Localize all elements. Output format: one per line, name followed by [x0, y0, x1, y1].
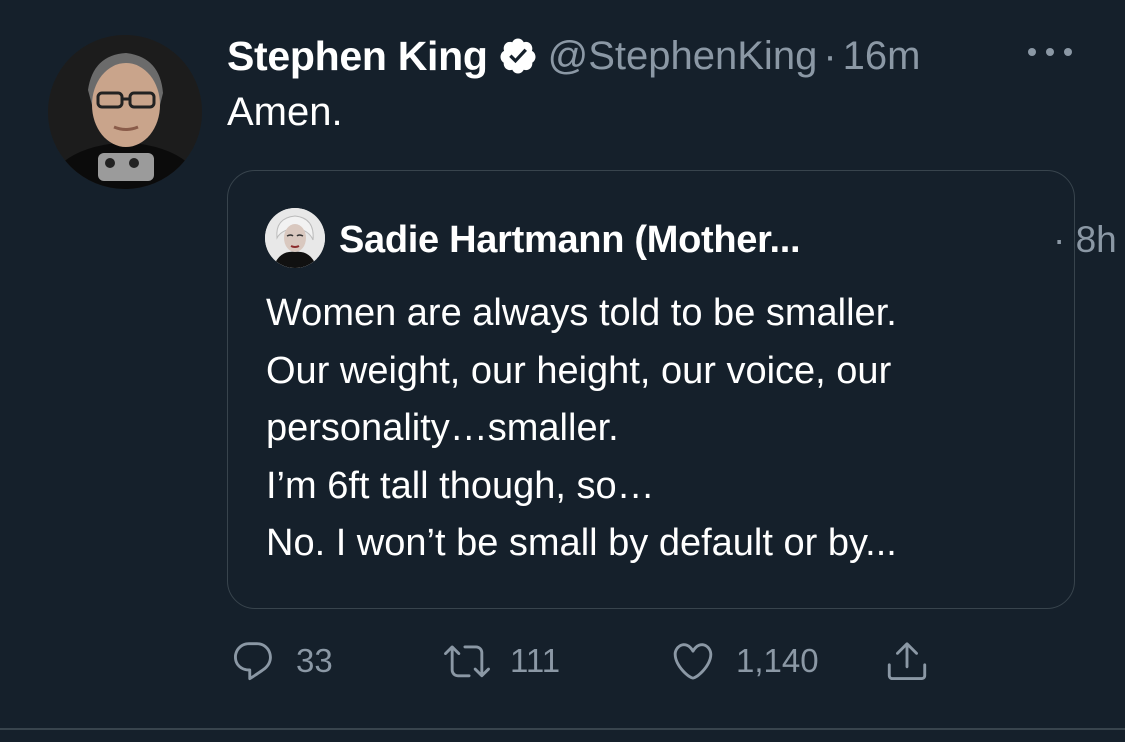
author-name[interactable]: Stephen King: [227, 33, 488, 80]
share-button[interactable]: [884, 636, 930, 686]
quoted-header: Sadie Hartmann (Mother... · 8h: [339, 215, 1117, 265]
retweet-icon: [444, 645, 490, 678]
author-avatar[interactable]: [48, 35, 202, 189]
quoted-text-line: Women are always told to be smaller.: [266, 292, 897, 334]
quoted-author-avatar: [265, 208, 325, 268]
author-handle[interactable]: @StephenKing: [548, 34, 818, 79]
verified-badge-icon: [498, 36, 538, 76]
like-count: 1,140: [736, 642, 819, 679]
quoted-tweet[interactable]: Sadie Hartmann (Mother... · 8h Women are…: [227, 170, 1117, 609]
quoted-text-line: personality…smaller.: [266, 407, 619, 449]
tweet-divider: [0, 728, 1125, 730]
tweet[interactable]: Stephen King @StephenKing · 16m Amen. Sa…: [0, 0, 1125, 728]
action-bar: 33 111 1,140: [230, 636, 950, 686]
tweet-text: Amen.: [227, 90, 343, 134]
reply-count: 33: [296, 642, 333, 679]
quoted-timestamp[interactable]: · 8h: [1053, 215, 1117, 265]
tweet-header: Stephen King @StephenKing · 16m: [227, 28, 920, 84]
quoted-text-line: Our weight, our height, our voice, our: [266, 349, 892, 392]
quoted-text: Women are always told to be smaller. Our…: [266, 285, 1056, 573]
quoted-text-line: I’m 6ft tall though, so…: [266, 464, 655, 507]
header-separator: ·: [823, 33, 837, 78]
reply-icon: [234, 642, 272, 681]
tweet-timestamp[interactable]: 16m: [843, 34, 921, 79]
retweet-count: 111: [510, 642, 561, 679]
reply-button[interactable]: 33: [230, 636, 333, 686]
heart-icon: [673, 643, 713, 680]
retweet-button[interactable]: 111: [444, 636, 560, 686]
quoted-author-name[interactable]: Sadie Hartmann (Mother...: [339, 219, 801, 262]
more-options-icon[interactable]: [1028, 40, 1072, 64]
share-icon: [887, 642, 927, 681]
like-button[interactable]: 1,140: [670, 636, 819, 686]
quoted-text-line: No. I won’t be small by default or by...: [266, 522, 897, 564]
